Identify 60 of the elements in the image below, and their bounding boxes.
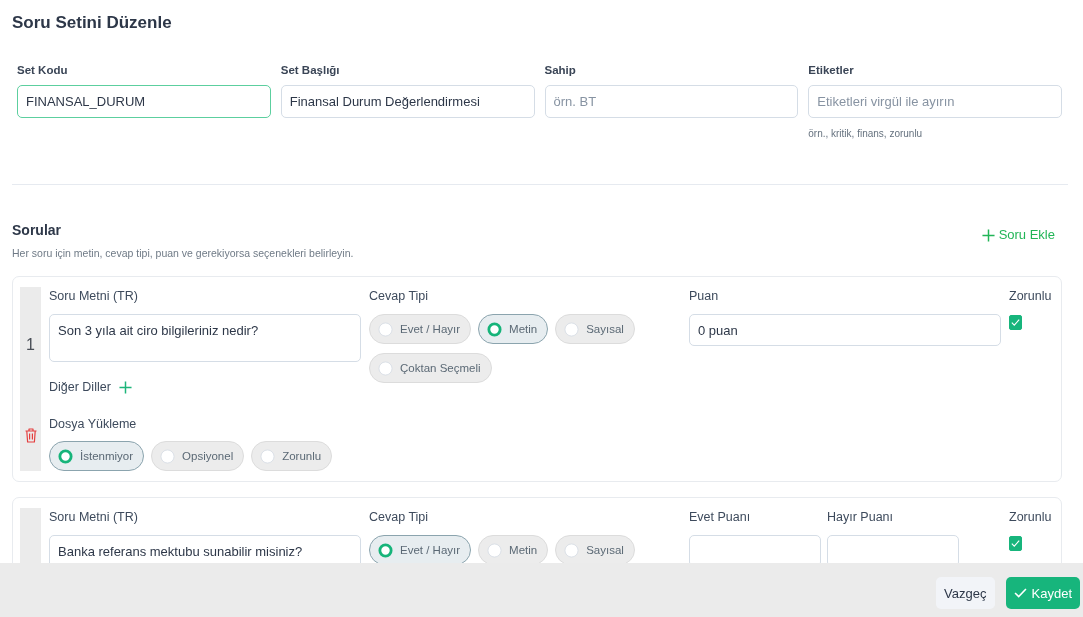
field-label: Cevap Tipi [369, 509, 429, 525]
add-question-button[interactable]: Soru Ekle [981, 226, 1055, 244]
field-label: Hayır Puanı [827, 509, 894, 525]
trash-icon[interactable] [24, 428, 37, 443]
check-icon [1011, 540, 1020, 547]
file-upload-option[interactable]: Opsiyonel [151, 441, 245, 471]
question-text-input[interactable]: Banka referans mektubu sunabilir misiniz? [49, 535, 361, 563]
section-subtitle: Her soru için metin, cevap tipi, puan ve gerekiyorsa seçenekleri belirleyin. [12, 246, 354, 260]
text-input[interactable]: FINANSAL_DURUM [17, 85, 271, 118]
field-label: Puan [689, 288, 720, 304]
answer-type-option[interactable]: Metin [478, 314, 549, 344]
field-label: Dosya Yükleme [49, 416, 137, 432]
radio-icon [160, 448, 176, 464]
radio-icon [564, 321, 580, 337]
required-checkbox[interactable] [1009, 315, 1022, 330]
plus-icon[interactable] [118, 380, 132, 394]
file-upload-option[interactable]: Zorunlu [251, 441, 333, 471]
radio-icon [260, 448, 276, 464]
answer-type-option[interactable]: Sayısal [555, 314, 635, 344]
field-label: Soru Metni (TR) [49, 288, 138, 304]
question-text-input[interactable]: Son 3 yıla ait ciro bilgileriniz nedir? [49, 314, 361, 362]
check-icon [1011, 319, 1020, 326]
question-number: 1 [26, 336, 35, 354]
score-input[interactable]: 0 puan [689, 314, 1001, 346]
field-label: Soru Metni (TR) [49, 509, 138, 525]
field-label: Cevap Tipi [369, 288, 429, 304]
field-label: Set Kodu [17, 63, 69, 78]
cancel-button[interactable]: Vazgeç [936, 577, 995, 609]
plus-icon [981, 228, 995, 242]
field-label: Set Başlığı [280, 63, 341, 78]
other-languages-label: Diğer Diller [49, 379, 111, 396]
save-button[interactable]: Kaydet [1005, 577, 1080, 609]
radio-icon [564, 542, 580, 558]
field-label: Zorunlu [1009, 509, 1052, 525]
text-input[interactable]: örn. BT [544, 85, 799, 118]
radio-icon [487, 321, 503, 337]
radio-icon [58, 448, 73, 464]
radio-icon [378, 360, 393, 376]
field-label: Etiketler [808, 63, 855, 78]
check-icon [1013, 588, 1027, 598]
field-label: Zorunlu [1009, 288, 1052, 304]
score-input[interactable] [689, 535, 821, 563]
file-upload-option[interactable]: İstenmiyor [49, 441, 145, 471]
answer-type-option[interactable]: Evet / Hayır [369, 314, 472, 344]
answer-type-option[interactable]: Evet / Hayır [369, 535, 472, 563]
page-title: Soru Setini Düzenle [12, 12, 173, 34]
section-title: Sorular [12, 221, 62, 240]
answer-type-option[interactable]: Çoktan Seçmeli [369, 353, 492, 383]
answer-type-option[interactable]: Sayısal [555, 535, 635, 563]
answer-type-option[interactable]: Metin [478, 535, 549, 563]
field-label: Sahip [544, 63, 577, 78]
radio-icon [378, 321, 393, 337]
field-label: Evet Puanı [689, 509, 752, 525]
score-input[interactable] [827, 535, 959, 563]
text-input[interactable]: Etiketleri virgül ile ayırın [808, 85, 1062, 118]
radio-icon [487, 542, 503, 558]
text-input[interactable]: Finansal Durum Değerlendirmesi [280, 85, 535, 118]
required-checkbox[interactable] [1009, 536, 1022, 551]
radio-icon [378, 542, 393, 558]
field-hint: örn., kritik, finans, zorunlu [808, 127, 924, 141]
